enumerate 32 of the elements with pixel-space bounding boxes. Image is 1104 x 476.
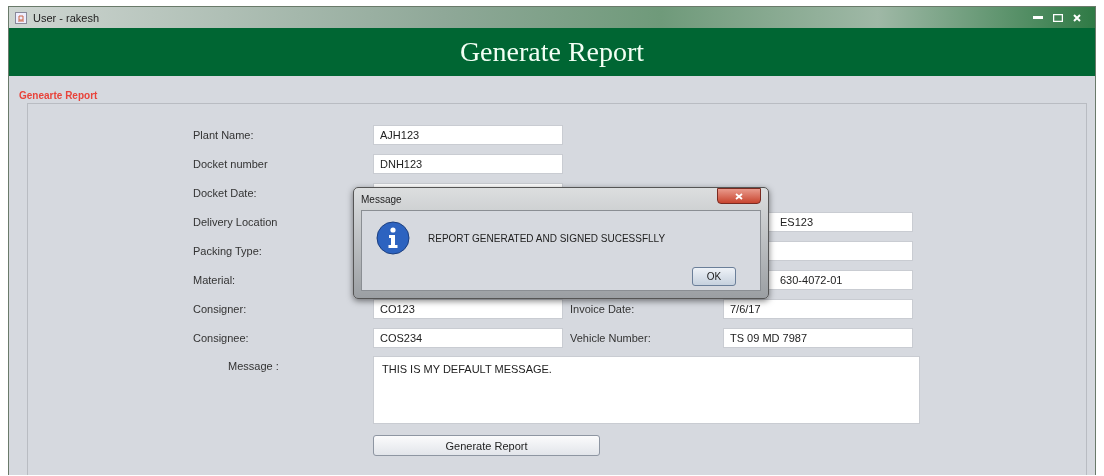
text-field[interactable]: 7/6/17: [723, 298, 913, 319]
field-label: Docket number: [193, 157, 269, 170]
dialog-close-button[interactable]: [717, 188, 761, 204]
text-field[interactable]: COS234: [373, 327, 563, 348]
field-label: Invoice Date:: [569, 302, 636, 315]
info-icon: [376, 221, 410, 255]
text-field[interactable]: AJH123: [373, 124, 563, 145]
dialog-title: Message: [361, 193, 402, 205]
field-label: Material:: [193, 273, 237, 286]
message-label: Message :: [227, 359, 280, 374]
group-title: Genearte Report: [19, 90, 99, 101]
field-label: Vehicle Number:: [569, 331, 652, 344]
field-label: Delivery Location: [193, 215, 279, 228]
text-field[interactable]: DNH123: [373, 153, 563, 174]
text-field[interactable]: TS 09 MD 7987: [723, 327, 913, 348]
close-icon: [735, 192, 743, 200]
header-title: Generate Report: [459, 36, 645, 68]
text-field[interactable]: CO123: [373, 298, 563, 319]
field-label: Docket Date:: [193, 186, 258, 199]
field-label: Consignee:: [193, 331, 250, 344]
window-title: User - rakesh: [33, 11, 100, 24]
app-icon: [15, 11, 27, 24]
close-icon[interactable]: [1073, 13, 1081, 22]
minimize-icon[interactable]: [1033, 15, 1043, 20]
dialog-message: REPORT GENERATED AND SIGNED SUCESSFLLY: [428, 232, 666, 244]
message-area[interactable]: THIS IS MY DEFAULT MESSAGE.: [373, 356, 920, 424]
maximize-icon[interactable]: [1053, 13, 1063, 22]
field-label: Plant Name:: [193, 128, 255, 141]
generate-report-button[interactable]: Generate Report: [373, 435, 600, 456]
field-label: Consigner:: [193, 302, 248, 315]
field-label: Packing Type:: [193, 244, 263, 257]
ok-button[interactable]: OK: [692, 267, 736, 286]
